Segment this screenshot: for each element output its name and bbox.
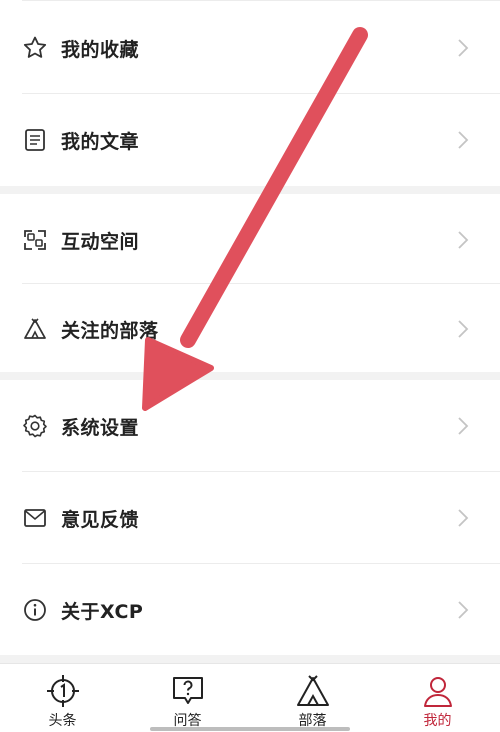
chevron-right-icon bbox=[456, 318, 470, 340]
person-icon bbox=[420, 674, 456, 708]
menu-item-label: 关注的部落 bbox=[61, 319, 159, 342]
section-gap bbox=[0, 655, 500, 663]
chevron-right-icon bbox=[456, 129, 470, 151]
menu-item-label: 我的收藏 bbox=[61, 38, 140, 61]
tab-label: 头条 bbox=[48, 713, 77, 729]
chevron-right-icon bbox=[456, 229, 470, 251]
menu-item-feedback[interactable]: 意见反馈 bbox=[0, 472, 500, 564]
target-icon bbox=[45, 674, 81, 708]
mail-icon bbox=[22, 505, 48, 531]
menu-item-label: 意见反馈 bbox=[61, 508, 140, 531]
chevron-right-icon bbox=[456, 37, 470, 59]
settings-menu: 我的收藏 我的文章 互动空间 关注的部落 系统设置 意见反馈 关于XCP bbox=[0, 0, 500, 663]
menu-item-label: 关于XCP bbox=[61, 600, 144, 623]
document-icon bbox=[22, 127, 48, 153]
chevron-right-icon bbox=[456, 599, 470, 621]
menu-item-my-articles[interactable]: 我的文章 bbox=[0, 94, 500, 186]
menu-item-followed-tribes[interactable]: 关注的部落 bbox=[0, 283, 500, 375]
gear-icon bbox=[22, 413, 48, 439]
tab-me[interactable]: 我的 bbox=[375, 664, 500, 732]
star-icon bbox=[22, 35, 48, 61]
section-gap bbox=[0, 372, 500, 380]
bottom-tab-bar: 头条 问答 部落 我的 bbox=[0, 663, 500, 732]
top-divider bbox=[22, 0, 500, 1]
question-bubble-icon bbox=[170, 674, 206, 708]
tab-headlines[interactable]: 头条 bbox=[0, 664, 125, 732]
home-indicator bbox=[150, 727, 350, 731]
tab-qa[interactable]: 问答 bbox=[125, 664, 250, 732]
section-gap bbox=[0, 186, 500, 194]
menu-item-label: 我的文章 bbox=[61, 130, 140, 153]
tab-label: 我的 bbox=[423, 713, 452, 729]
menu-item-label: 系统设置 bbox=[61, 416, 140, 439]
menu-item-interaction-space[interactable]: 互动空间 bbox=[0, 194, 500, 286]
interaction-icon bbox=[22, 227, 48, 253]
menu-item-label: 互动空间 bbox=[61, 230, 140, 253]
info-icon bbox=[22, 597, 48, 623]
tent-icon bbox=[22, 316, 48, 342]
chevron-right-icon bbox=[456, 415, 470, 437]
chevron-right-icon bbox=[456, 507, 470, 529]
menu-item-favorites[interactable]: 我的收藏 bbox=[0, 2, 500, 94]
tent-icon bbox=[295, 674, 331, 708]
menu-item-about[interactable]: 关于XCP bbox=[0, 564, 500, 656]
menu-item-system-settings[interactable]: 系统设置 bbox=[0, 380, 500, 472]
tab-tribes[interactable]: 部落 bbox=[250, 664, 375, 732]
